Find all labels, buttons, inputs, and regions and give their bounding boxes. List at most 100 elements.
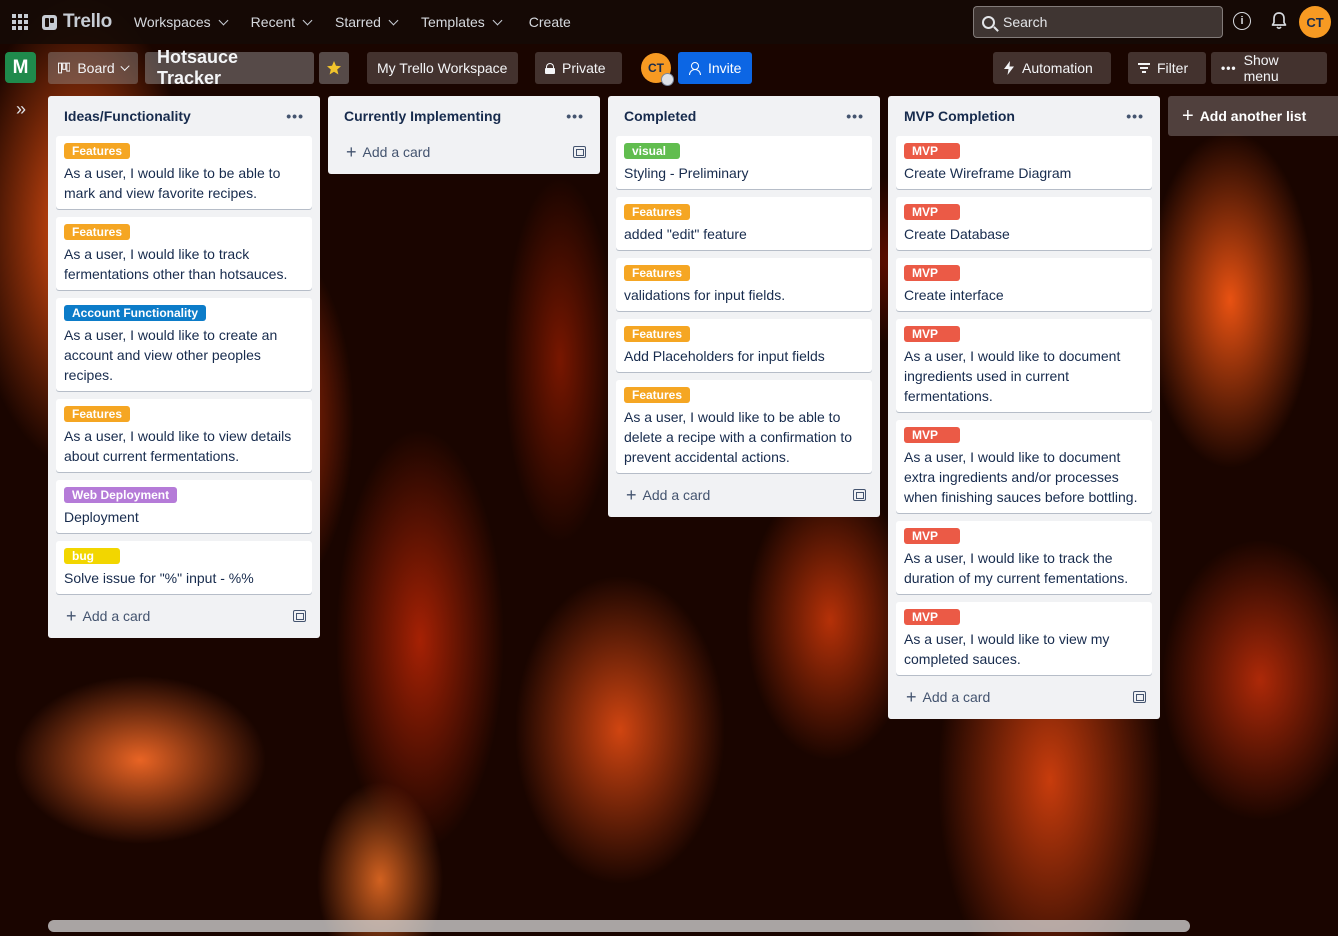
list-currently-implementing: Currently Implementing ••• + Add a card xyxy=(328,96,600,174)
card[interactable]: MVP As a user, I would like to track the… xyxy=(896,521,1152,594)
card-label[interactable]: Web Deployment xyxy=(64,487,178,503)
list-menu-icon[interactable]: ••• xyxy=(1122,108,1148,124)
chevron-down-icon xyxy=(120,61,130,71)
add-card-button[interactable]: + Add a card xyxy=(626,485,711,505)
list-menu-icon[interactable]: ••• xyxy=(282,108,308,124)
card[interactable]: MVP As a user, I would like to document … xyxy=(896,420,1152,513)
create-button[interactable]: Create xyxy=(517,6,583,38)
card[interactable]: Features Add Placeholders for input fiel… xyxy=(616,319,872,372)
private-visibility-button[interactable]: Private xyxy=(535,52,622,84)
card-label[interactable]: Features xyxy=(624,326,691,342)
card-label[interactable]: Features xyxy=(624,265,691,281)
card[interactable]: Web Deployment Deployment xyxy=(56,480,312,533)
list-title[interactable]: Completed xyxy=(624,108,696,124)
card[interactable]: Account Functionality As a user, I would… xyxy=(56,298,312,391)
card-label[interactable]: MVP xyxy=(904,326,960,342)
card-label[interactable]: MVP xyxy=(904,609,960,625)
card-label[interactable]: Features xyxy=(64,406,131,422)
card-label[interactable]: Features xyxy=(624,204,691,220)
card-title: As a user, I would like to document extr… xyxy=(904,449,1138,505)
list-title[interactable]: Currently Implementing xyxy=(344,108,501,124)
board-view-switcher[interactable]: Board xyxy=(48,52,138,84)
create-from-template-icon[interactable] xyxy=(1133,691,1146,703)
app-switcher-icon[interactable] xyxy=(0,0,40,44)
board-header: M Board Hotsauce Tracker My Trello Works… xyxy=(0,44,1338,92)
expand-sidebar-icon[interactable]: » xyxy=(10,98,32,120)
card-label[interactable]: Features xyxy=(64,143,131,159)
card[interactable]: Features validations for input fields. xyxy=(616,258,872,311)
list-header: MVP Completion ••• xyxy=(896,96,1152,136)
create-from-template-icon[interactable] xyxy=(853,489,866,501)
card[interactable]: Features As a user, I would like to be a… xyxy=(56,136,312,209)
star-button[interactable] xyxy=(319,52,349,84)
card[interactable]: bug Solve issue for "%" input - %% xyxy=(56,541,312,594)
card-title: Styling - Preliminary xyxy=(624,165,749,181)
card-label[interactable]: Features xyxy=(624,387,691,403)
card[interactable]: Features As a user, I would like to trac… xyxy=(56,217,312,290)
card-label[interactable]: Account Functionality xyxy=(64,305,206,321)
card-label[interactable]: MVP xyxy=(904,204,960,220)
scrollbar-thumb[interactable] xyxy=(48,920,1190,932)
card-label[interactable]: visual xyxy=(624,143,680,159)
create-from-template-icon[interactable] xyxy=(573,146,586,158)
filter-icon xyxy=(1138,63,1150,73)
add-card-label: Add a card xyxy=(642,487,711,503)
card-title: As a user, I would like to be able to de… xyxy=(624,409,853,465)
add-another-list-button[interactable]: + Add another list xyxy=(1168,96,1338,136)
board-title[interactable]: Hotsauce Tracker xyxy=(145,47,314,88)
horizontal-scrollbar[interactable] xyxy=(48,920,1190,932)
card-title: Create Wireframe Diagram xyxy=(904,165,1072,181)
card[interactable]: visual Styling - Preliminary xyxy=(616,136,872,189)
plus-icon: + xyxy=(626,485,637,505)
card[interactable]: Features As a user, I would like to be a… xyxy=(616,380,872,473)
nav-starred[interactable]: Starred xyxy=(323,6,409,38)
card-label[interactable]: bug xyxy=(64,548,120,564)
list-title[interactable]: MVP Completion xyxy=(904,108,1015,124)
notifications-bell-icon[interactable] xyxy=(1270,11,1288,31)
card-label[interactable]: MVP xyxy=(904,143,960,159)
automation-button[interactable]: Automation xyxy=(993,52,1111,84)
member-initials: CT xyxy=(648,61,664,75)
card-label[interactable]: MVP xyxy=(904,427,960,443)
board-member-avatar[interactable]: CT xyxy=(641,53,674,86)
card-label[interactable]: Features xyxy=(64,224,131,240)
trello-logo[interactable]: Trello xyxy=(40,0,122,44)
show-menu-button[interactable]: ••• Show menu xyxy=(1211,52,1327,84)
list-menu-icon[interactable]: ••• xyxy=(842,108,868,124)
add-card-button[interactable]: + Add a card xyxy=(906,688,990,706)
star-icon xyxy=(327,61,341,75)
nav-recent[interactable]: Recent xyxy=(239,6,323,38)
trello-logo-icon xyxy=(42,14,57,30)
add-card-row: + Add a card xyxy=(616,481,872,509)
card[interactable]: MVP As a user, I would like to view my c… xyxy=(896,602,1152,675)
card[interactable]: Features As a user, I would like to view… xyxy=(56,399,312,472)
card-label[interactable]: MVP xyxy=(904,265,960,281)
workspace-badge[interactable]: M xyxy=(5,52,36,83)
add-person-icon xyxy=(688,61,701,75)
search-input[interactable]: Search xyxy=(973,6,1223,38)
card-label[interactable]: MVP xyxy=(904,528,960,544)
create-from-template-icon[interactable] xyxy=(293,610,306,622)
card-title: Add Placeholders for input fields xyxy=(624,348,825,364)
list-title[interactable]: Ideas/Functionality xyxy=(64,108,191,124)
nav-templates[interactable]: Templates xyxy=(409,6,513,38)
add-card-button[interactable]: + Add a card xyxy=(66,607,150,625)
automation-label: Automation xyxy=(1022,60,1093,76)
nav-workspaces[interactable]: Workspaces xyxy=(122,6,239,38)
card-title: added "edit" feature xyxy=(624,226,747,242)
list-menu-icon[interactable]: ••• xyxy=(562,108,588,124)
card[interactable]: MVP Create interface xyxy=(896,258,1152,311)
filter-button[interactable]: Filter xyxy=(1128,52,1206,84)
info-icon[interactable]: i xyxy=(1233,12,1251,30)
card[interactable]: MVP Create Database xyxy=(896,197,1152,250)
add-card-row: + Add a card xyxy=(56,602,312,630)
invite-button[interactable]: Invite xyxy=(678,52,752,84)
add-card-button[interactable]: + Add a card xyxy=(346,143,430,161)
card[interactable]: Features added "edit" feature xyxy=(616,197,872,250)
workspace-visibility-button[interactable]: My Trello Workspace xyxy=(367,52,518,84)
user-avatar[interactable]: CT xyxy=(1299,6,1331,38)
card-title: validations for input fields. xyxy=(624,287,786,303)
card[interactable]: MVP As a user, I would like to document … xyxy=(896,319,1152,412)
card[interactable]: MVP Create Wireframe Diagram xyxy=(896,136,1152,189)
card-title: As a user, I would like to be able to ma… xyxy=(64,165,281,201)
